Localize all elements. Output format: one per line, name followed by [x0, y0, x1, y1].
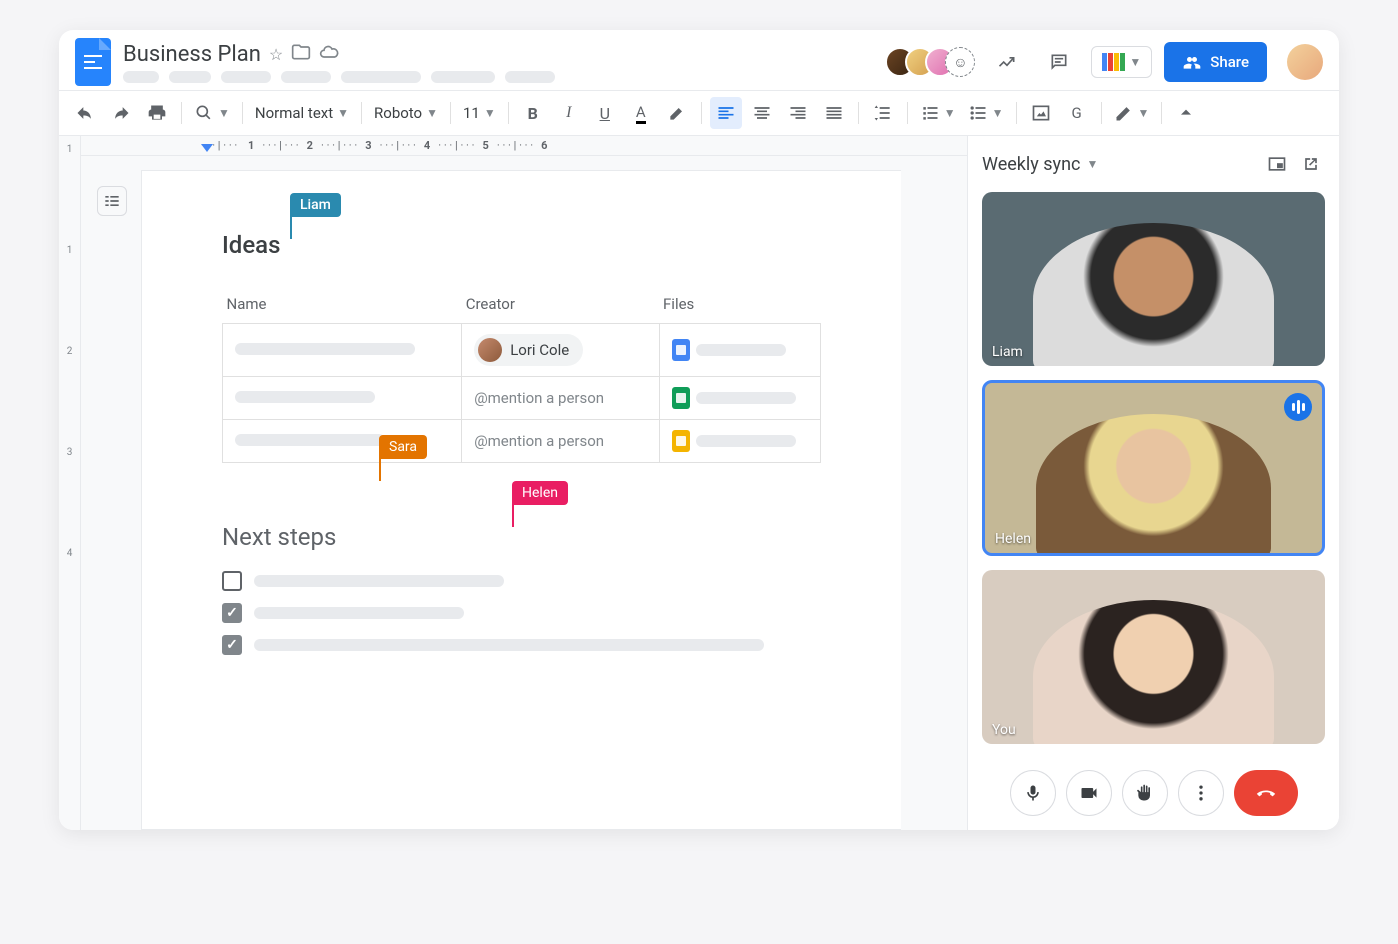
- line-spacing-button[interactable]: [867, 97, 899, 129]
- file-chip-slide[interactable]: [672, 430, 796, 452]
- google-meet-icon: [1102, 53, 1125, 71]
- table-row[interactable]: @mention a person: [223, 420, 821, 463]
- next-steps-heading[interactable]: Next steps Helen: [222, 523, 821, 551]
- text-color-button[interactable]: A: [625, 97, 657, 129]
- meet-present-button[interactable]: ▼: [1091, 46, 1152, 78]
- speaking-indicator-icon: [1284, 393, 1312, 421]
- align-right-button[interactable]: [782, 97, 814, 129]
- checklist-item[interactable]: [222, 635, 821, 655]
- document-title[interactable]: Business Plan: [123, 42, 261, 67]
- participant-video: [1033, 223, 1273, 367]
- indent-marker-icon[interactable]: [201, 144, 213, 152]
- star-icon[interactable]: ☆: [269, 45, 283, 64]
- more-options-button[interactable]: [1178, 770, 1224, 816]
- sheets-file-icon: [672, 387, 690, 409]
- checkbox-unchecked-icon[interactable]: [222, 571, 242, 591]
- share-button-label: Share: [1210, 53, 1249, 71]
- avatar: [478, 338, 502, 362]
- collapse-toolbar-button[interactable]: [1170, 97, 1202, 129]
- checkbox-checked-icon[interactable]: [222, 603, 242, 623]
- collaborator-cursor-liam: Liam: [290, 193, 341, 217]
- align-justify-button[interactable]: [818, 97, 850, 129]
- picture-in-picture-button[interactable]: [1263, 150, 1291, 178]
- slides-file-icon: [672, 430, 690, 452]
- participant-video: [1033, 600, 1273, 744]
- document-page[interactable]: Ideas Liam Name Creator Files Lori Cole: [141, 170, 901, 830]
- undo-button[interactable]: [69, 97, 101, 129]
- document-area: · · · | · · · 1· · · | · · · 2· · · | · …: [81, 136, 967, 830]
- share-button[interactable]: Share: [1164, 42, 1267, 82]
- checklist-item[interactable]: [222, 571, 821, 591]
- checklist-item[interactable]: [222, 603, 821, 623]
- docs-file-icon: [672, 339, 690, 361]
- insert-link-button[interactable]: G: [1061, 97, 1093, 129]
- bullet-list-button[interactable]: ▼: [964, 97, 1008, 129]
- font-size-input[interactable]: 11▼: [459, 97, 500, 129]
- underline-button[interactable]: U: [589, 97, 621, 129]
- share-people-icon: [1182, 52, 1202, 72]
- video-tile-you[interactable]: You: [982, 570, 1325, 744]
- participant-video: [1036, 414, 1272, 556]
- column-creator: Creator: [462, 289, 659, 324]
- anonymous-avatar-icon[interactable]: ☺: [945, 47, 975, 77]
- ideas-heading[interactable]: Ideas Liam: [222, 231, 821, 259]
- column-files: Files: [659, 289, 820, 324]
- toggle-camera-button[interactable]: [1066, 770, 1112, 816]
- meet-title[interactable]: Weekly sync: [982, 154, 1080, 175]
- ideas-table[interactable]: Name Creator Files Lori Cole Sara: [222, 289, 821, 463]
- video-tile-helen[interactable]: Helen: [982, 380, 1325, 555]
- paragraph-style-select[interactable]: Normal text▼: [251, 97, 353, 129]
- meet-controls: [982, 758, 1325, 816]
- file-chip-sheet[interactable]: [672, 387, 796, 409]
- mention-placeholder[interactable]: @mention a person: [462, 420, 659, 463]
- align-center-button[interactable]: [746, 97, 778, 129]
- menu-bar[interactable]: [123, 71, 555, 83]
- document-outline-toggle[interactable]: [97, 186, 127, 216]
- align-left-button[interactable]: [710, 97, 742, 129]
- italic-button[interactable]: I: [553, 97, 585, 129]
- activity-history-icon[interactable]: [987, 42, 1027, 82]
- font-select[interactable]: Roboto▼: [370, 97, 442, 129]
- chevron-down-icon[interactable]: ▼: [1086, 157, 1098, 171]
- redo-button[interactable]: [105, 97, 137, 129]
- app-window: Business Plan ☆ ☺ ▼: [59, 30, 1339, 830]
- table-row[interactable]: Lori Cole: [223, 324, 821, 377]
- mute-mic-button[interactable]: [1010, 770, 1056, 816]
- vertical-ruler: 11234: [59, 136, 81, 830]
- meet-panel-header: Weekly sync ▼: [982, 150, 1325, 178]
- horizontal-ruler: · · · | · · · 1· · · | · · · 2· · · | · …: [81, 136, 967, 156]
- collaborator-cursor-sara: Sara: [379, 435, 427, 459]
- collaborator-avatars[interactable]: ☺: [885, 47, 975, 77]
- checkbox-checked-icon[interactable]: [222, 635, 242, 655]
- zoom-select[interactable]: ▼: [190, 97, 234, 129]
- header: Business Plan ☆ ☺ ▼: [59, 30, 1339, 90]
- cloud-status-icon[interactable]: [319, 42, 339, 66]
- column-name: Name: [223, 289, 462, 324]
- main-area: 11234 · · · | · · · 1· · · | · · · 2· · …: [59, 136, 1339, 830]
- comments-icon[interactable]: [1039, 42, 1079, 82]
- video-tile-liam[interactable]: Liam: [982, 192, 1325, 366]
- meet-side-panel: Weekly sync ▼ Liam Helen You: [967, 136, 1339, 830]
- chevron-down-icon: ▼: [1129, 55, 1141, 69]
- pop-out-button[interactable]: [1297, 150, 1325, 178]
- docs-logo-icon[interactable]: [75, 38, 111, 86]
- print-button[interactable]: [141, 97, 173, 129]
- file-chip-doc[interactable]: [672, 339, 786, 361]
- bold-button[interactable]: B: [517, 97, 549, 129]
- end-call-button[interactable]: [1234, 770, 1298, 816]
- checklist-button[interactable]: ▼: [916, 97, 960, 129]
- person-chip[interactable]: Lori Cole: [474, 334, 583, 366]
- move-folder-icon[interactable]: [291, 42, 311, 66]
- formatting-toolbar: ▼ Normal text▼ Roboto▼ 11▼ B I U A ▼ ▼ G…: [59, 90, 1339, 136]
- highlight-button[interactable]: [661, 97, 693, 129]
- insert-image-button[interactable]: [1025, 97, 1057, 129]
- table-row[interactable]: Sara @mention a person: [223, 377, 821, 420]
- raise-hand-button[interactable]: [1122, 770, 1168, 816]
- editing-mode-button[interactable]: ▼: [1110, 97, 1154, 129]
- title-block: Business Plan ☆: [123, 42, 555, 83]
- collaborator-cursor-helen: Helen: [512, 481, 568, 505]
- mention-placeholder[interactable]: @mention a person: [462, 377, 659, 420]
- table-header-row: Name Creator Files: [223, 289, 821, 324]
- account-avatar[interactable]: [1287, 44, 1323, 80]
